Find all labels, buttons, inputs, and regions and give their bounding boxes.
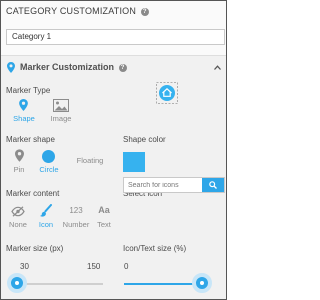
marker-size-min: 30 [20,262,29,271]
search-icon [209,181,217,189]
icon-text-size-slider-handle[interactable] [192,273,212,293]
option-label: Icon [38,220,54,229]
marker-shape-floating-option[interactable]: Floating [74,156,106,165]
marker-size-slider-track[interactable] [17,283,103,285]
option-label: Number [62,220,90,229]
marker-size-label: Marker size (px) [6,244,64,253]
question-circle-icon[interactable]: ? [140,8,149,16]
marker-customization-header[interactable]: Marker Customization ? [1,56,226,78]
chevron-up-icon[interactable] [214,65,221,70]
marker-shape-label: Marker shape [6,135,55,144]
eye-slash-icon [11,206,25,217]
circle-icon [42,150,55,163]
map-pin-icon [7,62,15,73]
search-button[interactable] [202,178,224,192]
marker-customization-section: Marker Customization ? Marker Type Shape… [1,55,226,299]
option-label: None [9,220,27,229]
icon-search-box [123,177,225,193]
panel-title-text: CATEGORY CUSTOMIZATION [6,6,137,16]
icon-text-size-slider-track[interactable] [124,283,202,285]
map-pin-icon [19,99,28,111]
number-symbol: 123 [69,206,83,215]
section-title-text: Marker Customization [20,62,115,72]
option-label: Shape [13,114,35,123]
panel-title: CATEGORY CUSTOMIZATION ? [6,6,149,16]
image-icon [53,99,69,112]
marker-size-max: 150 [87,262,101,271]
marker-size-slider-handle[interactable] [7,273,27,293]
option-label: Image [50,114,72,123]
marker-content-label: Marker content [6,189,60,198]
option-label: Pin [13,165,25,174]
shape-color-label: Shape color [123,135,166,144]
text-symbol: Aa [98,205,110,215]
icon-search-input[interactable] [124,178,204,192]
marker-type-label: Marker Type [6,86,51,95]
question-circle-icon[interactable]: ? [118,64,127,72]
option-label: Circle [39,165,59,174]
paint-brush-icon [40,204,52,217]
shape-color-swatch[interactable] [123,152,145,172]
pin-icon [15,149,24,162]
category-customization-panel: CATEGORY CUSTOMIZATION ? Marker Customiz… [0,0,227,300]
marker-customization-title: Marker Customization ? [20,62,127,72]
category-name-input[interactable] [6,29,225,45]
icon-text-size-label: Icon/Text size (%) [123,244,187,253]
icon-text-size-min: 0 [124,262,129,271]
marker-preview [156,82,178,104]
option-label: Text [97,220,111,229]
